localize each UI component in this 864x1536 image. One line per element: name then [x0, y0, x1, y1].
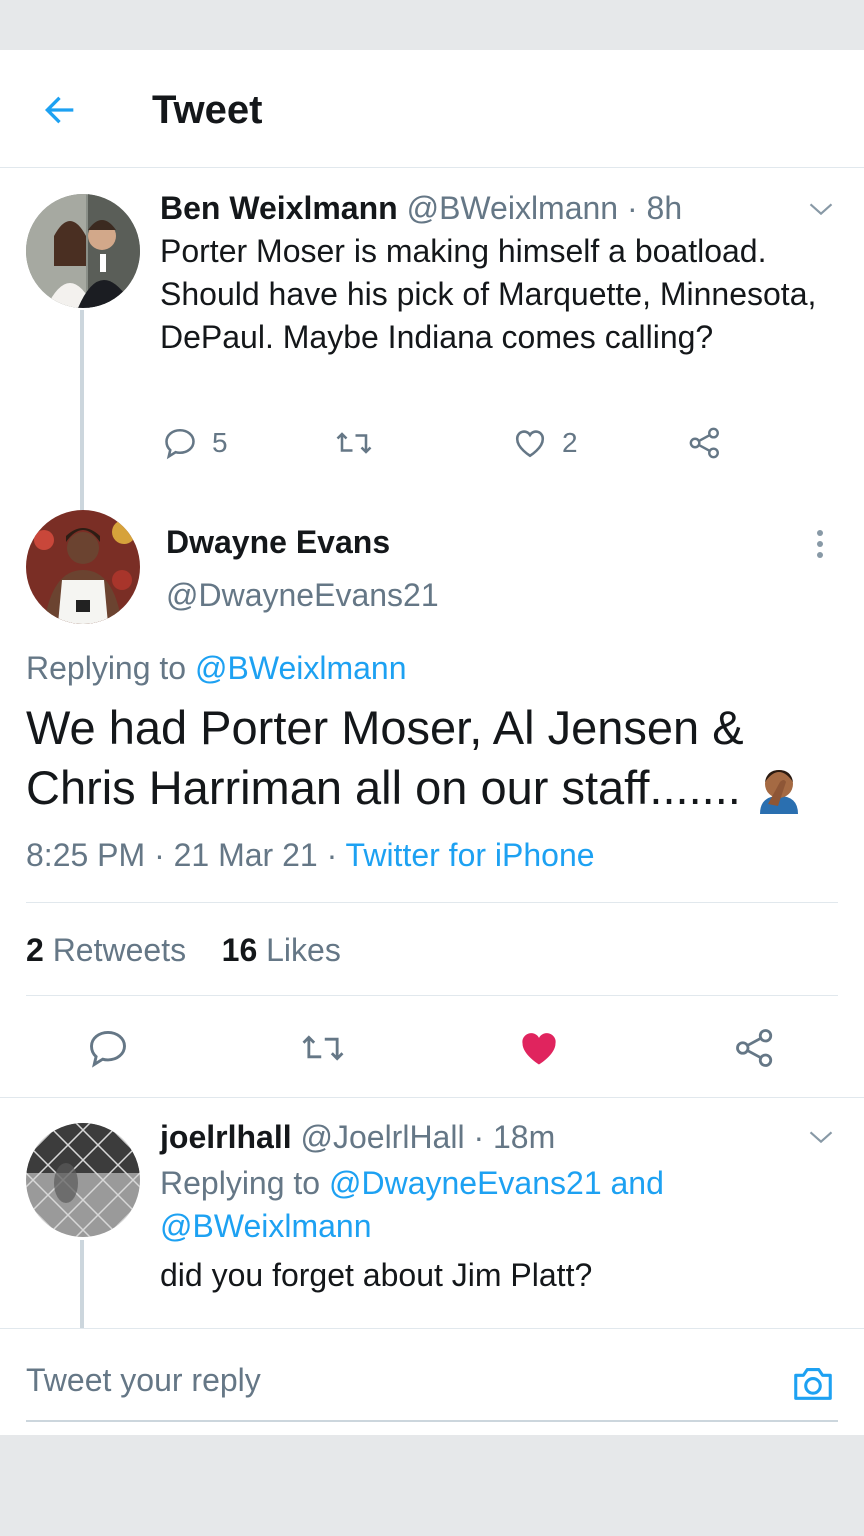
author-handle[interactable]: @JoelrlHall: [300, 1119, 464, 1155]
separator-dot: ·: [326, 837, 338, 873]
replying-to-link[interactable]: @BWeixlmann: [195, 650, 407, 686]
facepalm-emoji: [759, 770, 798, 814]
share-icon: [736, 1029, 773, 1067]
author-name[interactable]: Ben Weixlmann: [160, 190, 398, 226]
more-options-button[interactable]: [800, 524, 840, 564]
retweets-count: 2: [26, 932, 44, 968]
like-icon: [522, 1033, 556, 1065]
chevron-down-icon: [809, 203, 833, 216]
page-title: Tweet: [152, 88, 263, 132]
section-divider: [0, 1097, 864, 1098]
reply-button[interactable]: [85, 1025, 131, 1071]
divider: [26, 995, 838, 996]
reply-input[interactable]: Tweet your reply: [26, 1360, 261, 1400]
avatar-dwayne[interactable]: [26, 510, 140, 624]
divider: [26, 902, 838, 903]
retweet-button[interactable]: [300, 1025, 346, 1071]
reply-action[interactable]: 5: [162, 423, 228, 463]
reply-input-underline: [26, 1420, 838, 1422]
likes-stat[interactable]: 16 Likes: [222, 932, 341, 968]
retweet-icon: [336, 432, 372, 454]
reply-icon: [90, 1030, 126, 1068]
separator-dot: ·: [473, 1119, 485, 1155]
like-icon: [515, 430, 545, 458]
replying-to-link[interactable]: @BWeixlmann: [160, 1208, 372, 1244]
avatar-photo: [26, 1123, 140, 1237]
tweet-time: 18m: [493, 1119, 556, 1155]
author-name[interactable]: Dwayne Evans: [166, 522, 390, 562]
thread-line: [80, 1240, 84, 1330]
reply-count: 5: [212, 427, 228, 458]
parent-tweet-header: Ben Weixlmann @BWeixlmann · 8h: [160, 188, 682, 228]
tweet-source[interactable]: Twitter for iPhone: [346, 837, 595, 873]
top-bar: Tweet: [0, 50, 864, 168]
share-action[interactable]: [688, 423, 722, 463]
replying-to-line: Replying to @DwayneEvans21 and @BWeixlma…: [160, 1162, 830, 1248]
reply-icon: [165, 428, 195, 460]
retweets-stat[interactable]: 2 Retweets: [26, 932, 186, 968]
avatar-photo: [26, 510, 140, 624]
author-handle[interactable]: @DwayneEvans21: [166, 575, 439, 615]
tweet-menu-button[interactable]: [804, 1120, 838, 1154]
camera-icon: [794, 1368, 832, 1400]
separator-dot: ·: [626, 190, 638, 226]
like-action[interactable]: 2: [512, 423, 578, 463]
retweet-icon: [302, 1035, 344, 1061]
author-name[interactable]: joelrlhall: [160, 1119, 292, 1155]
like-count: 2: [562, 427, 578, 458]
replying-to-link[interactable]: @DwayneEvans21: [329, 1165, 602, 1201]
replying-label: Replying to: [26, 650, 187, 686]
share-icon: [689, 427, 719, 459]
replying-and: and: [610, 1165, 664, 1201]
reply-tweet-text: did you forget about Jim Platt?: [160, 1257, 593, 1293]
tweet-date: 21 Mar 21: [173, 837, 318, 873]
tweet-screen: Tweet Ben Weixlmann @BWeixlmann · 8h Por…: [0, 50, 864, 1435]
retweet-action[interactable]: [334, 423, 374, 463]
more-vertical-icon: [817, 530, 823, 558]
author-handle[interactable]: @BWeixlmann: [407, 190, 619, 226]
separator-dot: ·: [154, 837, 165, 873]
replying-label: Replying to: [160, 1165, 321, 1201]
back-button[interactable]: [36, 86, 84, 134]
avatar-ben[interactable]: [26, 194, 140, 308]
tweet-time: 8:25 PM: [26, 837, 146, 873]
like-button[interactable]: [516, 1025, 562, 1071]
thread-line: [80, 310, 84, 510]
back-arrow-icon: [45, 96, 74, 124]
replying-to-line: Replying to @BWeixlmann: [26, 648, 407, 688]
main-tweet-meta: 8:25 PM · 21 Mar 21 · Twitter for iPhone: [26, 835, 595, 875]
tweet-time: 8h: [646, 190, 683, 226]
retweets-label: Retweets: [52, 932, 187, 968]
parent-tweet-text: Porter Moser is making himself a boatloa…: [160, 233, 817, 355]
share-button[interactable]: [732, 1025, 778, 1071]
engagement-stats: 2 Retweets 16 Likes: [26, 930, 341, 970]
likes-count: 16: [221, 932, 258, 968]
main-tweet-text: We had Porter Moser, Al Jensen & Chris H…: [26, 698, 846, 818]
likes-label: Likes: [266, 932, 341, 968]
avatar-joel[interactable]: [26, 1123, 140, 1237]
tweet-menu-button[interactable]: [804, 192, 838, 226]
chevron-down-icon: [809, 1131, 833, 1144]
reply-tweet-header: joelrlhall @JoelrlHall · 18m: [160, 1117, 555, 1157]
avatar-photo: [26, 194, 140, 308]
camera-button[interactable]: [790, 1360, 836, 1406]
main-tweet-body: We had Porter Moser, Al Jensen & Chris H…: [26, 701, 744, 814]
